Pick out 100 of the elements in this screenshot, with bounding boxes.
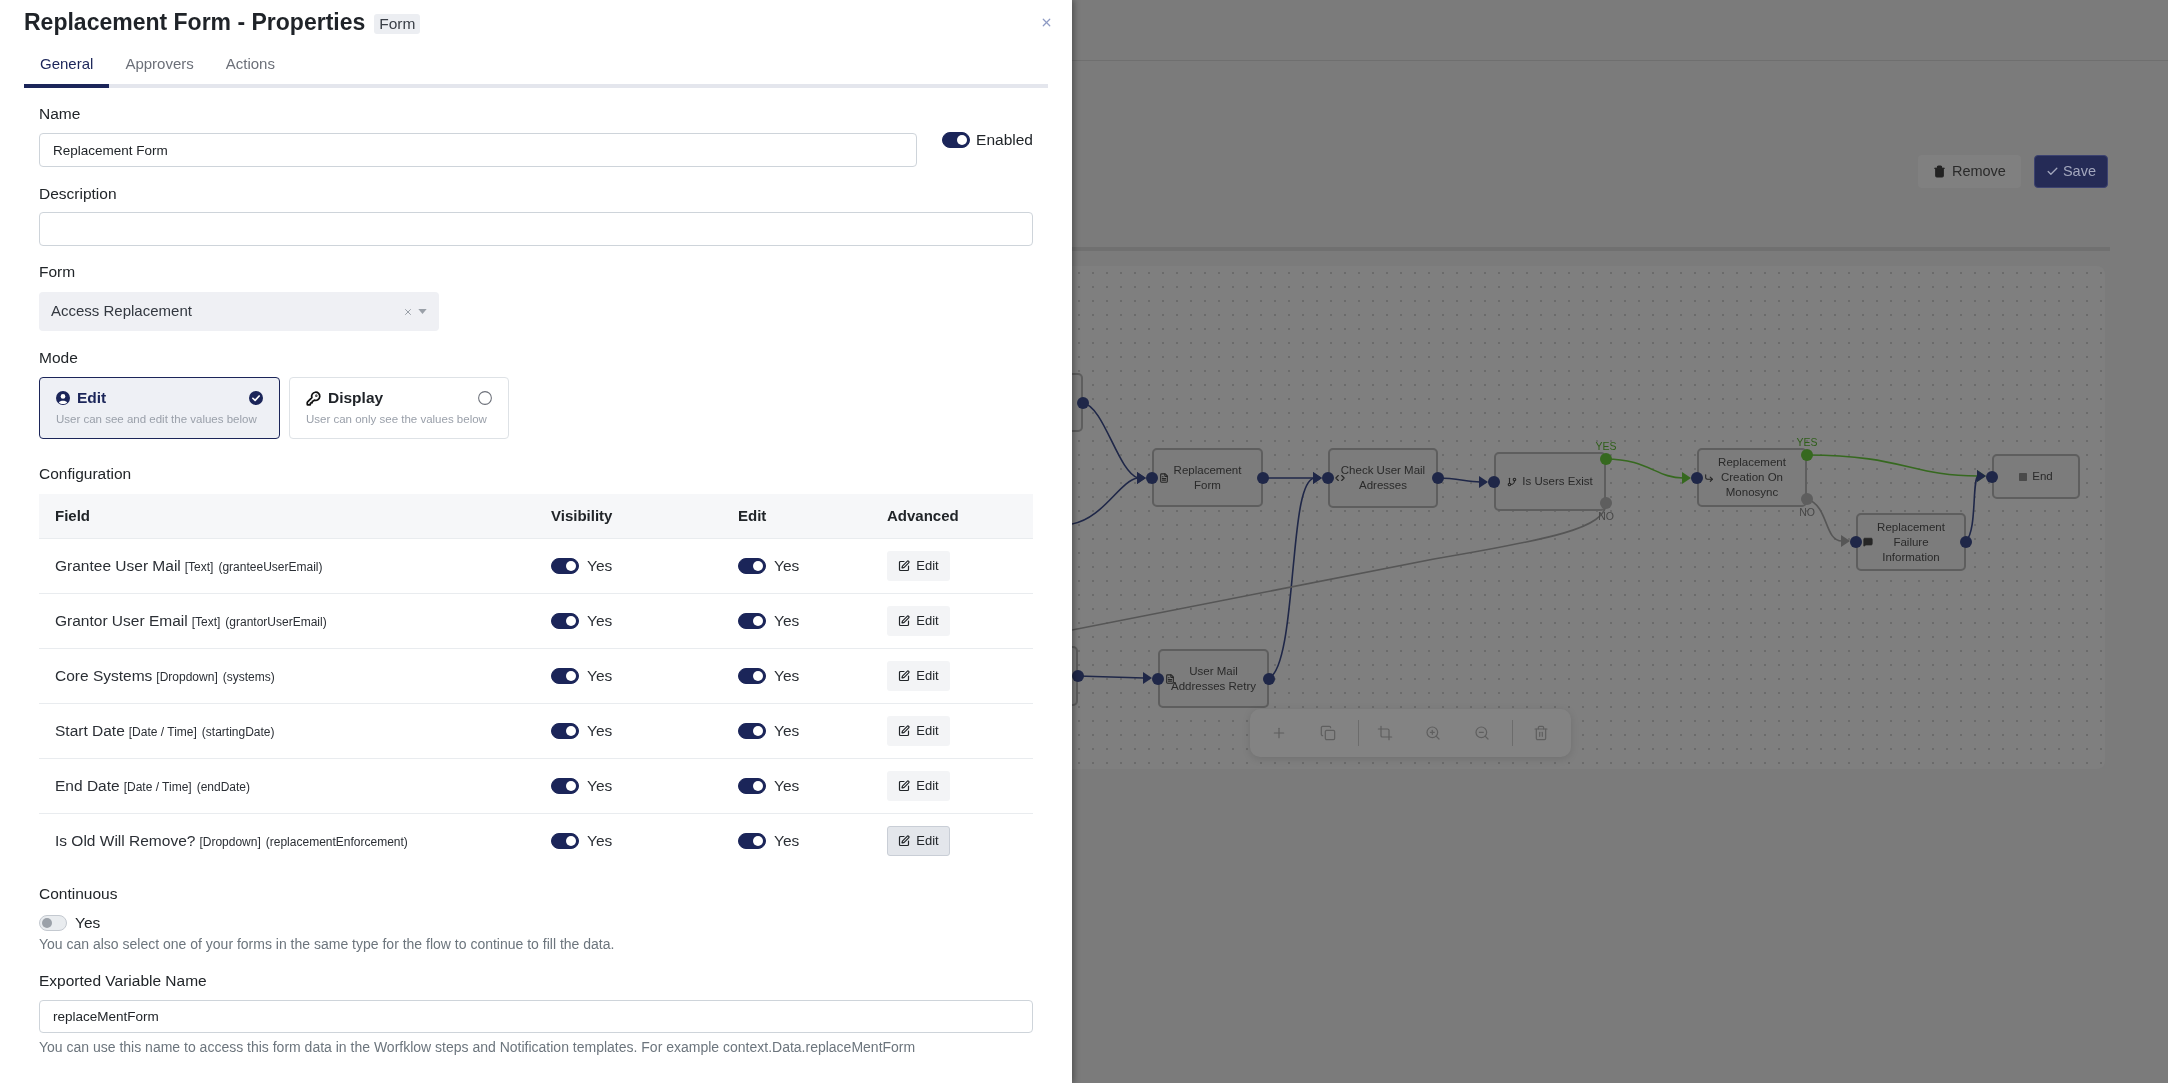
key-icon — [306, 390, 321, 406]
workflow-node[interactable]: User Mail Addresses Retry — [1158, 649, 1269, 708]
file-icon — [1165, 673, 1175, 684]
field-key: (systems) — [222, 668, 275, 687]
workflow-node[interactable]: Check User Mail Adresses — [1328, 448, 1438, 508]
workflow-node[interactable]: Is Users Exist — [1494, 452, 1606, 511]
field-name: Core Systems — [55, 666, 153, 687]
message-icon — [1863, 537, 1873, 547]
column-header: Edit — [738, 507, 767, 524]
continuous-toggle[interactable] — [39, 915, 67, 931]
column-header: Visibility — [551, 507, 613, 524]
workflow-node[interactable]: Replacement Creation On Monosync — [1697, 448, 1807, 507]
edit-button[interactable]: Edit — [887, 606, 950, 636]
user-circle-icon — [56, 391, 70, 405]
name-input[interactable]: Replacement Form — [39, 133, 918, 167]
field-type: [Text] — [191, 614, 221, 632]
toggle-label: Yes — [587, 721, 613, 742]
trash-icon — [1932, 165, 1946, 178]
field-type: [Dropdown] — [156, 669, 218, 687]
field-key: (replacementEnforcement) — [265, 833, 408, 852]
workflow-node[interactable]: Replacement Form — [1152, 448, 1263, 507]
toggle-label: Yes — [774, 721, 800, 742]
edit-button[interactable]: Edit — [887, 716, 950, 746]
visibility-toggle[interactable] — [551, 723, 579, 739]
edit-button[interactable]: Edit — [887, 661, 950, 691]
field-label: Description — [39, 184, 117, 204]
remove-button[interactable]: Remove — [1917, 155, 2021, 188]
field-name: Grantor User Email — [55, 611, 188, 632]
field-name: End Date — [55, 776, 120, 797]
toggle-label: Yes — [587, 611, 613, 632]
edit-button[interactable]: Edit — [887, 771, 950, 801]
field-label: Configuration — [39, 464, 132, 484]
check-icon — [2045, 165, 2059, 178]
variable-name-input[interactable]: replaceMentForm — [39, 1000, 1033, 1033]
file-icon — [1159, 472, 1169, 483]
panel-title: Replacement Form - Properties — [24, 8, 366, 36]
edit-button[interactable]: Edit — [887, 551, 950, 581]
edit-toggle[interactable] — [738, 558, 766, 574]
toggle-label: Yes — [774, 776, 800, 797]
field-name: Is Old Will Remove? — [55, 831, 196, 852]
workflow-node[interactable]: End — [1992, 454, 2080, 499]
tab[interactable]: Approvers — [109, 44, 210, 88]
help-text: You can use this name to access this form data in the Worfklow steps and Notification templates. For example context.Data.replaceMentForm — [39, 1038, 916, 1056]
field-label: Continuous — [39, 884, 118, 904]
type-badge: Form — [374, 13, 421, 34]
visibility-toggle[interactable] — [551, 613, 579, 629]
tab[interactable]: Actions — [209, 44, 291, 88]
form-select[interactable]: Access Replacement — [39, 292, 439, 331]
edit-icon — [898, 615, 911, 627]
tab[interactable]: General — [24, 44, 110, 88]
field-label: Name — [39, 104, 81, 124]
edit-toggle[interactable] — [738, 778, 766, 794]
mode-option[interactable]: Display User can only see the values below — [289, 377, 509, 439]
edit-icon — [898, 560, 911, 572]
clear-icon[interactable] — [403, 306, 413, 317]
edit-icon — [898, 835, 911, 847]
branch-label: NO — [1799, 506, 1815, 518]
branch-icon — [1507, 476, 1518, 487]
visibility-toggle[interactable] — [551, 778, 579, 794]
workflow-node[interactable] — [1072, 373, 1083, 432]
save-button[interactable]: Save — [2033, 155, 2108, 188]
curved-arrow-icon — [1704, 472, 1714, 483]
description-input[interactable] — [39, 212, 1033, 246]
field-key: (endDate) — [196, 778, 251, 797]
caret-icon — [418, 309, 427, 314]
edit-icon — [898, 725, 911, 737]
edit-toggle[interactable] — [738, 668, 766, 684]
toggle-label: Yes — [774, 611, 800, 632]
workflow-node[interactable]: Replacement Failure Information — [1856, 513, 1966, 571]
visibility-toggle[interactable] — [551, 833, 579, 849]
field-label: Mode — [39, 348, 78, 368]
stop-icon — [2019, 472, 2028, 481]
edit-button[interactable]: Edit — [887, 826, 950, 856]
field-key: (granteeUserEmail) — [218, 558, 323, 577]
enabled-toggle[interactable] — [942, 132, 971, 148]
field-type: [Date / Time] — [123, 779, 192, 797]
field-name: Start Date — [55, 721, 125, 742]
visibility-toggle[interactable] — [551, 558, 579, 574]
edit-icon — [898, 780, 911, 792]
visibility-toggle[interactable] — [551, 668, 579, 684]
toggle-label: Yes — [587, 776, 613, 797]
edit-toggle[interactable] — [738, 613, 766, 629]
field-key: (startingDate) — [201, 723, 275, 742]
field-label: Form — [39, 262, 76, 282]
field-name: Grantee User Mail — [55, 556, 181, 577]
toggle-label: Yes — [774, 666, 800, 687]
field-type: [Dropdown] — [199, 834, 261, 852]
edit-toggle[interactable] — [738, 833, 766, 849]
toggle-label: Yes — [587, 666, 613, 687]
field-label: Exported Variable Name — [39, 971, 207, 991]
edit-icon — [898, 670, 911, 682]
toggle-label: Yes — [774, 831, 800, 852]
toggle-label: Yes — [75, 913, 101, 933]
mode-option[interactable]: Edit User can see and edit the values below — [39, 377, 280, 439]
toggle-label: Yes — [587, 831, 613, 852]
branch-label: YES — [1595, 440, 1617, 452]
toggle-label: Enabled — [976, 130, 1033, 150]
edit-toggle[interactable] — [738, 723, 766, 739]
field-key: (grantorUserEmail) — [225, 613, 327, 632]
toggle-label: Yes — [774, 556, 800, 577]
